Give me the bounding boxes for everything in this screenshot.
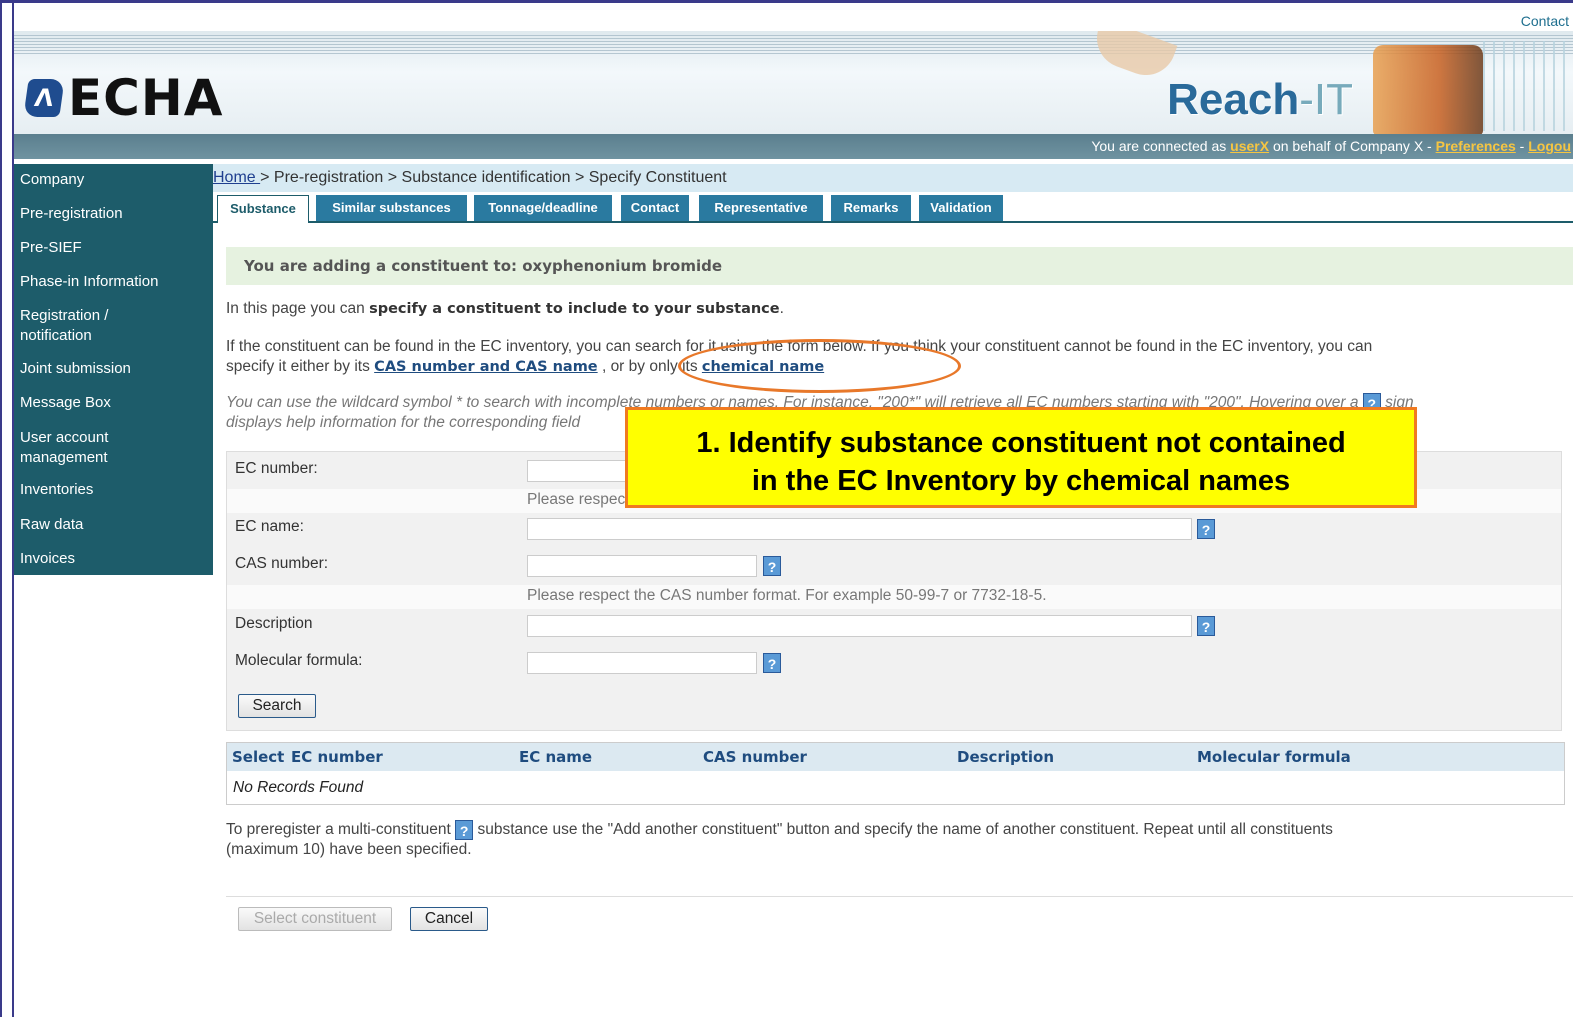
echa-logo[interactable]: Λ ECHA — [23, 69, 224, 127]
formula-label: Molecular formula: — [235, 652, 363, 669]
ec-name-label: EC name: — [235, 518, 304, 535]
multi-prefix: To preregister a multi-constituent — [226, 821, 451, 839]
multi-suffix: substance use the "Add another constitue… — [477, 821, 1333, 839]
tab-bar: Substance Similar substances Tonnage/dea… — [213, 192, 1573, 223]
intro-text: In this page you can specify a constitue… — [226, 299, 784, 319]
connected-prefix: You are connected as — [1091, 138, 1227, 154]
echa-logo-text: ECHA — [68, 69, 224, 127]
ec-name-help-icon[interactable]: ? — [1197, 519, 1215, 539]
col-cas-number[interactable]: CAS number — [703, 743, 807, 771]
user-bar: You are connected as userX on behalf of … — [14, 134, 1573, 159]
tab-representative[interactable]: Representative — [699, 195, 823, 221]
logout-link[interactable]: Logou — [1528, 138, 1571, 154]
tab-validation[interactable]: Validation — [919, 195, 1003, 221]
search-button[interactable]: Search — [238, 694, 316, 718]
sidebar-item-inventories[interactable]: Inventories — [14, 481, 99, 498]
multi-help-icon[interactable]: ? — [455, 820, 474, 840]
sidebar-item-user-account[interactable]: User account management — [14, 428, 146, 468]
sidebar-item-raw-data[interactable]: Raw data — [14, 516, 89, 533]
formula-input[interactable] — [527, 652, 757, 674]
circuit-image — [1483, 41, 1573, 131]
reach-it-name: Reach — [1167, 75, 1300, 124]
col-ec-name[interactable]: EC name — [519, 743, 592, 771]
callout-box: 1. Identify substance constituent not co… — [625, 407, 1417, 508]
connected-middle: on behalf of Company X - — [1272, 138, 1432, 154]
user-link[interactable]: userX — [1230, 138, 1269, 154]
sidebar-item-pre-sief[interactable]: Pre-SIEF — [14, 239, 88, 256]
cas-number-hint: Please respect the CAS number format. Fo… — [527, 587, 1047, 604]
divider — [226, 896, 1573, 897]
description-help-icon[interactable]: ? — [1197, 616, 1215, 636]
ec-name-row: EC name: ? — [227, 518, 1561, 548]
breadcrumb-path: > Pre-registration > Substance identific… — [260, 169, 727, 186]
tab-substance[interactable]: Substance — [217, 195, 309, 223]
sidebar: Company Pre-registration Pre-SIEF Phase-… — [14, 164, 213, 575]
sidebar-item-joint-submission[interactable]: Joint submission — [14, 360, 137, 377]
description-label: Description — [235, 615, 313, 632]
select-constituent-button[interactable]: Select constituent — [238, 907, 392, 931]
intro-prefix: In this page you can — [226, 300, 365, 317]
contact-link[interactable]: Contact — [1521, 13, 1569, 29]
app-window: Contact Λ ECHA Reach-IT You are connecte… — [12, 3, 1573, 1017]
beaker-image — [1373, 45, 1483, 134]
banner-stripes — [14, 35, 1573, 55]
ec-number-label: EC number: — [235, 460, 318, 477]
multi-line-1: To preregister a multi-constituent ? sub… — [226, 820, 1333, 840]
echa-logo-icon: Λ — [23, 79, 65, 117]
top-line: Contact — [14, 3, 1573, 31]
userbar-separator: - — [1519, 138, 1525, 154]
preferences-link[interactable]: Preferences — [1436, 138, 1516, 154]
tab-remarks[interactable]: Remarks — [831, 195, 911, 221]
intro-bold: specify a constituent to include to your… — [369, 301, 780, 317]
breadcrumb: Home > Pre-registration > Substance iden… — [213, 164, 1573, 192]
formula-row: Molecular formula: ? — [227, 652, 1561, 682]
multi-line-2: (maximum 10) have been specified. — [226, 841, 472, 858]
col-select[interactable]: Select — [232, 743, 284, 771]
cas-number-name-link[interactable]: CAS number and CAS name — [374, 359, 597, 375]
cas-number-input[interactable] — [527, 555, 757, 577]
cas-number-label: CAS number: — [235, 555, 329, 572]
sidebar-item-invoices[interactable]: Invoices — [14, 550, 81, 567]
callout-line-2: in the EC Inventory by chemical names — [751, 465, 1291, 497]
col-molecular-formula[interactable]: Molecular formula — [1197, 743, 1351, 771]
wildcard-line-2: displays help information for the corres… — [226, 414, 581, 431]
highlight-oval — [678, 339, 961, 393]
results-header: Select EC number EC name CAS number Desc… — [227, 743, 1564, 771]
sidebar-item-company[interactable]: Company — [14, 171, 90, 188]
reach-it-logo: Reach-IT — [1167, 75, 1353, 125]
description-input[interactable] — [527, 615, 1192, 637]
intro-suffix: . — [779, 300, 784, 317]
breadcrumb-home[interactable]: Home — [213, 169, 260, 186]
callout-line-1: 1. Identify substance constituent not co… — [696, 427, 1346, 459]
tab-similar-substances[interactable]: Similar substances — [316, 195, 467, 221]
ec-name-input[interactable] — [527, 518, 1192, 540]
sidebar-item-phase-in-information[interactable]: Phase-in Information — [14, 273, 164, 290]
reach-it-suffix: -IT — [1299, 75, 1353, 124]
col-description[interactable]: Description — [957, 743, 1054, 771]
tab-tonnage-deadline[interactable]: Tonnage/deadline — [474, 195, 612, 221]
notice-banner: You are adding a constituent to: oxyphen… — [226, 247, 1573, 285]
cas-hint-row: Please respect the CAS number format. Fo… — [227, 585, 1561, 609]
no-records: No Records Found — [233, 779, 364, 796]
cas-number-row: CAS number: ? — [227, 555, 1561, 585]
info-line-2-prefix: specify it either by its — [226, 358, 370, 375]
cancel-button[interactable]: Cancel — [410, 907, 488, 931]
sidebar-item-pre-registration[interactable]: Pre-registration — [14, 205, 129, 222]
results-table: Select EC number EC name CAS number Desc… — [226, 742, 1565, 805]
sidebar-item-registration[interactable]: Registration / notification — [14, 306, 146, 346]
sidebar-item-message-box[interactable]: Message Box — [14, 394, 117, 411]
tab-contact[interactable]: Contact — [621, 195, 689, 221]
description-row: Description ? — [227, 615, 1561, 645]
header-banner: Λ ECHA Reach-IT — [14, 31, 1573, 134]
col-ec-number[interactable]: EC number — [291, 743, 383, 771]
formula-help-icon[interactable]: ? — [763, 653, 781, 673]
cas-number-help-icon[interactable]: ? — [763, 556, 781, 576]
